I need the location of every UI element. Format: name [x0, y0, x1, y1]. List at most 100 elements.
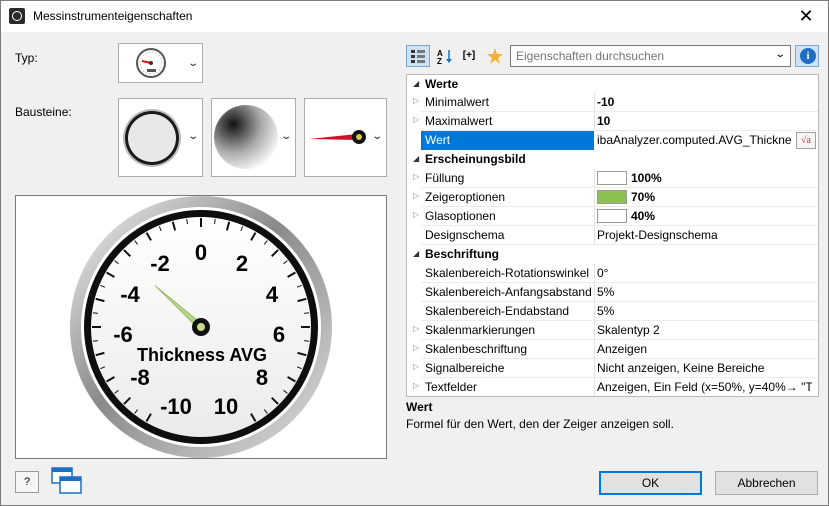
prop-name: Textfelder [425, 380, 478, 394]
prop-name: Skalenbereich-Endabstand [425, 304, 570, 318]
svg-text:Z: Z [437, 57, 442, 64]
category-werte[interactable]: ◢ Werte [407, 75, 818, 94]
search-input[interactable] [511, 46, 761, 66]
prop-value[interactable]: Anzeigen, Ein Feld (x=50%, y=40%→ "T... [597, 380, 812, 394]
expand-all-button[interactable]: [+] [457, 45, 481, 67]
prop-name: Skalenmarkierungen [425, 323, 536, 337]
prop-row-skalenmarkierungen[interactable]: ▷ Skalenmarkierungen Skalentyp 2 [407, 321, 818, 340]
baustein-fill-selector[interactable]: ⌄ [211, 98, 296, 177]
tick-label-neg6: -6 [113, 322, 133, 347]
prop-value[interactable]: -10 [597, 95, 812, 109]
collapse-icon[interactable]: ◢ [413, 79, 419, 88]
tick-label-4: 4 [266, 282, 279, 307]
property-search-field[interactable]: ⌄ [510, 45, 791, 67]
prop-row-designschema[interactable]: Designschema Projekt-Designschema [407, 226, 818, 245]
expand-icon[interactable]: ▷ [413, 381, 419, 390]
gradient-fill-icon [214, 105, 278, 169]
sort-alphabetical-button[interactable]: A Z [433, 45, 457, 67]
expand-icon[interactable]: ▷ [413, 362, 419, 371]
collapse-icon[interactable]: ◢ [413, 249, 419, 258]
prop-value[interactable]: 5% [597, 285, 812, 299]
prop-value[interactable]: 70% [597, 190, 812, 204]
prop-name: Minimalwert [425, 95, 490, 109]
prop-row-fuellung[interactable]: ▷ Füllung 100% [407, 169, 818, 188]
prop-row-skalenbeschriftung[interactable]: ▷ Skalenbeschriftung Anzeigen [407, 340, 818, 359]
prop-row-maximalwert[interactable]: ▷ Maximalwert 10 [407, 112, 818, 131]
tick-label-8: 8 [256, 365, 268, 390]
expand-icon[interactable]: ▷ [413, 172, 419, 181]
categorized-view-button[interactable] [406, 45, 430, 67]
gauge: 0 2 4 6 8 10 -2 -4 -6 -8 -10 Thickness A… [70, 196, 332, 458]
gauge-caption: Thickness AVG [137, 345, 267, 365]
prop-value[interactable]: ibaAnalyzer.computed.AVG_Thickness [597, 133, 792, 147]
prop-name: Glasoptionen [425, 209, 496, 223]
prop-row-endabstand[interactable]: Skalenbereich-Endabstand 5% [407, 302, 818, 321]
expand-icon[interactable]: ▷ [413, 191, 419, 200]
prop-name: Skalenbeschriftung [425, 342, 528, 356]
prop-row-glasoptionen[interactable]: ▷ Glasoptionen 40% [407, 207, 818, 226]
windows-icon[interactable] [51, 467, 83, 495]
needle-icon [309, 130, 366, 144]
info-icon: i [800, 48, 816, 64]
prop-row-zeigeroptionen[interactable]: ▷ Zeigeroptionen 70% [407, 188, 818, 207]
prop-value[interactable]: 0° [597, 266, 812, 280]
prop-value[interactable]: Anzeigen [597, 342, 812, 356]
prop-value[interactable]: 10 [597, 114, 812, 128]
category-beschriftung[interactable]: ◢ Beschriftung [407, 245, 818, 264]
favorites-button[interactable] [483, 45, 507, 67]
prop-value[interactable]: Nicht anzeigen, Keine Bereiche [597, 361, 812, 375]
typ-label: Typ: [15, 51, 38, 65]
prop-value-text: 100% [631, 171, 662, 185]
expand-icon[interactable]: ▷ [413, 96, 419, 105]
color-swatch [597, 190, 627, 204]
chevron-down-icon: ⌄ [186, 131, 199, 142]
tick-label-neg10: -10 [160, 394, 192, 419]
typ-selector[interactable]: ⌄ [118, 43, 203, 83]
prop-value[interactable]: 40% [597, 209, 812, 223]
prop-name: Maximalwert [425, 114, 493, 128]
expand-icon[interactable]: ▷ [413, 115, 419, 124]
prop-value[interactable]: 5% [597, 304, 812, 318]
chevron-down-icon: ⌄ [370, 131, 383, 142]
info-button[interactable]: i [795, 45, 819, 67]
tick-mark [214, 218, 216, 224]
gauge-preview: 0 2 4 6 8 10 -2 -4 -6 -8 -10 Thickness A… [15, 195, 387, 459]
color-swatch [597, 171, 627, 185]
ok-button[interactable]: OK [599, 471, 702, 495]
prop-row-wert[interactable]: Wert ibaAnalyzer.computed.AVG_Thickness … [407, 131, 818, 150]
prop-value-text: 70% [631, 190, 656, 204]
prop-row-anfangsabstand[interactable]: Skalenbereich-Anfangsabstand 5% [407, 283, 818, 302]
formula-editor-icon[interactable]: √a [796, 132, 816, 149]
tick-mark [304, 312, 310, 314]
prop-value[interactable]: 100% [597, 171, 812, 185]
prop-value[interactable]: Projekt-Designschema [597, 228, 812, 242]
prop-row-rotationswinkel[interactable]: Skalenbereich-Rotationswinkel 0° [407, 264, 818, 283]
expand-icon[interactable]: ▷ [413, 210, 419, 219]
close-button[interactable]: ✕ [784, 1, 828, 32]
help-title: Wert [406, 400, 433, 414]
tick-mark [92, 312, 98, 314]
prop-row-textfelder[interactable]: ▷ Textfelder Anzeigen, Ein Feld (x=50%, … [407, 378, 818, 396]
category-label: Werte [425, 77, 459, 91]
category-label: Erscheinungsbild [425, 152, 526, 166]
expand-icon[interactable]: ▷ [413, 324, 419, 333]
prop-row-signalbereiche[interactable]: ▷ Signalbereiche Nicht anzeigen, Keine B… [407, 359, 818, 378]
expand-icon[interactable]: ▷ [413, 343, 419, 352]
prop-value[interactable]: Skalentyp 2 [597, 323, 812, 337]
prop-row-minimalwert[interactable]: ▷ Minimalwert -10 [407, 93, 818, 112]
chevron-down-icon: ⌄ [186, 58, 199, 69]
tick-label-6: 6 [273, 322, 285, 347]
cancel-button[interactable]: Abbrechen [715, 471, 818, 495]
category-erscheinungsbild[interactable]: ◢ Erscheinungsbild [407, 150, 818, 169]
tick-label-0: 0 [195, 240, 207, 265]
tick-mark [92, 340, 98, 342]
prop-name: Signalbereiche [425, 361, 505, 375]
prop-name: Designschema [425, 228, 505, 242]
baustein-frame-selector[interactable]: ⌄ [118, 98, 203, 177]
collapse-icon[interactable]: ◢ [413, 154, 419, 163]
baustein-needle-selector[interactable]: ⌄ [304, 98, 387, 177]
help-button[interactable]: ? [15, 471, 39, 493]
chevron-down-icon: ⌄ [773, 49, 786, 60]
prop-name: Skalenbereich-Rotationswinkel [425, 266, 590, 280]
tick-mark [304, 340, 310, 342]
